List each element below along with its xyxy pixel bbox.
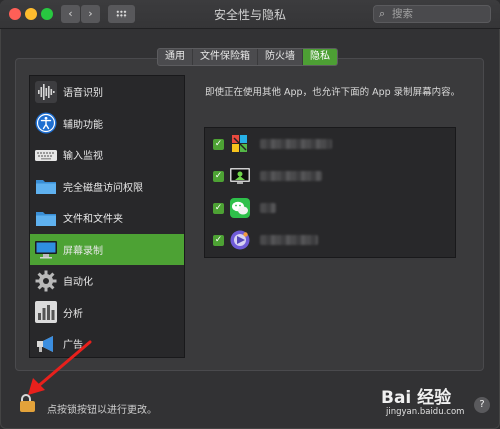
tab-general[interactable]: 通用 bbox=[158, 49, 193, 65]
redacted-app-name bbox=[260, 203, 276, 213]
watermark-url: jingyan.baidu.com bbox=[386, 407, 465, 417]
redacted-app-name bbox=[260, 139, 332, 149]
sidebar-item-screen-recording[interactable]: 屏幕录制 bbox=[30, 233, 184, 265]
list-item: ✓ bbox=[205, 192, 455, 224]
annotation-arrow bbox=[28, 340, 92, 395]
folder-icon bbox=[36, 211, 56, 226]
app-checkbox[interactable]: ✓ bbox=[213, 138, 224, 150]
sidebar-item-accessibility[interactable]: 辅助功能 bbox=[30, 108, 184, 140]
list-item: ✓ bbox=[205, 224, 455, 256]
sidebar-item-label: 分析 bbox=[63, 308, 83, 320]
watermark-logo: Bai 经验 bbox=[381, 388, 452, 408]
preferences-window: ‹ › 安全性与隐私 ⌕ 通用 文件保险箱 防火墙 隐私 bbox=[0, 0, 500, 429]
waveform-icon bbox=[35, 80, 57, 103]
accessibility-icon bbox=[35, 112, 57, 134]
help-button[interactable]: ? bbox=[474, 397, 490, 413]
list-item: ✓ bbox=[205, 160, 455, 192]
sidebar-item-input-monitoring[interactable]: 输入监视 bbox=[30, 139, 184, 171]
chart-icon bbox=[35, 301, 57, 324]
sidebar-item-speech-recognition[interactable]: 语音识别 bbox=[30, 76, 184, 108]
search-icon: ⌕ bbox=[379, 7, 386, 20]
sidebar-item-label: 文件和文件夹 bbox=[63, 214, 123, 226]
screen-recorder-app-icon bbox=[230, 168, 250, 184]
sidebar-item-label: 输入监视 bbox=[63, 151, 103, 163]
privacy-category-list: 语音识别 辅助功能 输入监视 完全磁盘访问权限 文件和文件夹 屏幕录制 自动化 … bbox=[29, 75, 185, 358]
keyboard-icon bbox=[35, 149, 57, 161]
gear-icon bbox=[35, 270, 57, 292]
lock-button[interactable] bbox=[20, 394, 38, 412]
tab-filevault[interactable]: 文件保险箱 bbox=[193, 49, 258, 65]
folder-icon bbox=[36, 180, 56, 195]
list-item: ✓ bbox=[205, 128, 455, 160]
app-permission-list: ✓ ✓ ✓ ✓ bbox=[204, 127, 456, 258]
colorful-app-icon bbox=[232, 135, 247, 152]
sidebar-item-automation[interactable]: 自动化 bbox=[30, 265, 184, 297]
sidebar-item-label: 完全磁盘访问权限 bbox=[63, 182, 143, 194]
sidebar-item-analytics[interactable]: 分析 bbox=[30, 297, 184, 329]
sidebar-item-files-and-folders[interactable]: 文件和文件夹 bbox=[30, 202, 184, 234]
lock-hint-text: 点按锁按钮以进行更改。 bbox=[47, 405, 157, 416]
app-checkbox[interactable]: ✓ bbox=[213, 202, 224, 214]
search-input[interactable] bbox=[392, 6, 487, 22]
display-icon bbox=[35, 241, 57, 259]
sidebar-item-label: 辅助功能 bbox=[63, 119, 103, 131]
redacted-app-name bbox=[260, 235, 318, 245]
search-field[interactable]: ⌕ bbox=[373, 5, 491, 23]
sidebar-item-label: 屏幕录制 bbox=[63, 245, 103, 257]
sidebar-item-label: 语音识别 bbox=[63, 88, 103, 100]
screen-recording-description: 即使正在使用其他 App，也允许下面的 App 录制屏幕内容。 bbox=[205, 87, 461, 98]
sidebar-item-full-disk-access[interactable]: 完全磁盘访问权限 bbox=[30, 171, 184, 203]
wechat-icon bbox=[230, 198, 250, 218]
tab-bar: 通用 文件保险箱 防火墙 隐私 bbox=[157, 48, 338, 66]
tab-firewall[interactable]: 防火墙 bbox=[258, 49, 303, 65]
title-bar: ‹ › 安全性与隐私 ⌕ bbox=[0, 0, 500, 29]
redacted-app-name bbox=[260, 171, 322, 181]
app-checkbox[interactable]: ✓ bbox=[213, 234, 224, 246]
tab-privacy[interactable]: 隐私 bbox=[303, 49, 337, 65]
media-app-icon bbox=[230, 230, 250, 250]
sidebar-item-label: 自动化 bbox=[63, 277, 93, 289]
app-checkbox[interactable]: ✓ bbox=[213, 170, 224, 182]
